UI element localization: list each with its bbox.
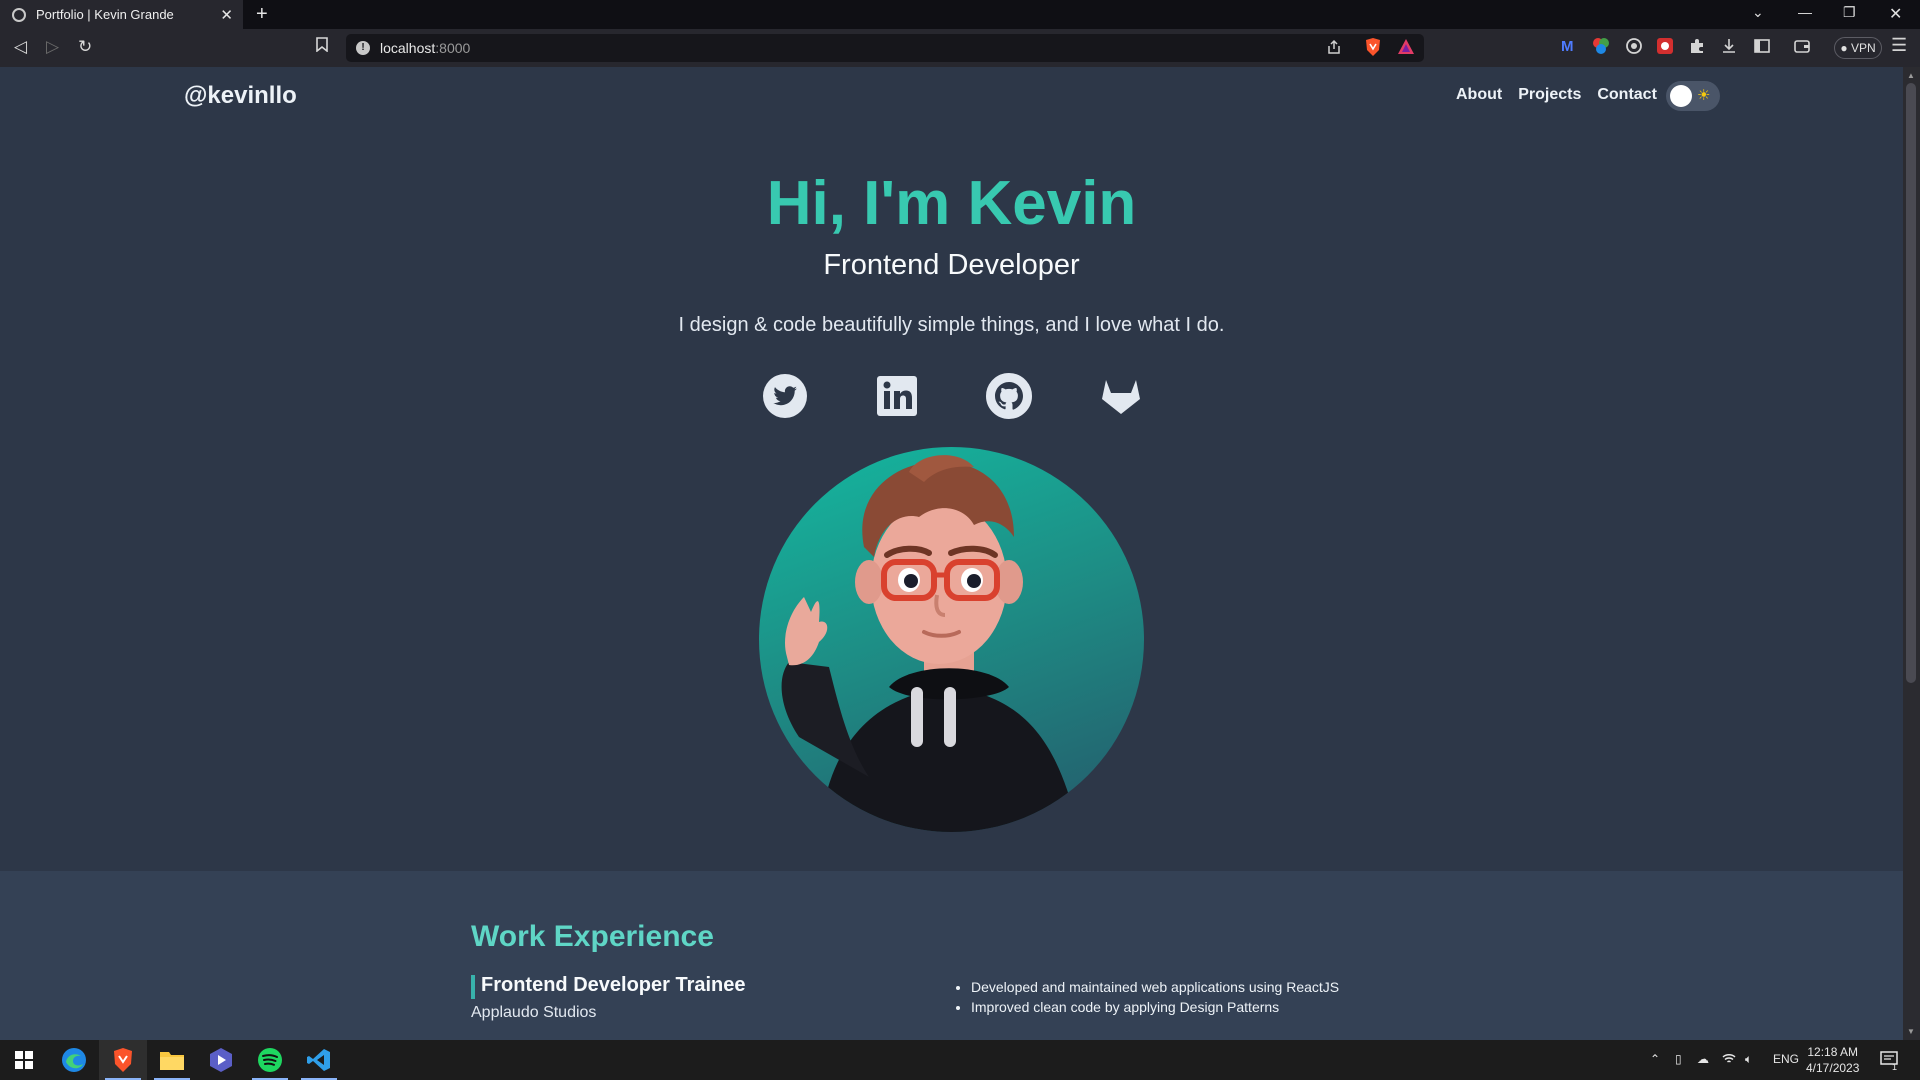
windows-start-icon[interactable] <box>0 1040 48 1080</box>
puzzle-icon[interactable] <box>1688 37 1706 59</box>
onedrive-icon[interactable]: ☁ <box>1697 1052 1709 1066</box>
job-bullets: Developed and maintained web application… <box>971 979 1339 1019</box>
restore-icon[interactable]: ❐ <box>1843 4 1856 21</box>
page: @kevinllo About Projects Contact ☀ Hi, I… <box>0 67 1903 1040</box>
extension-color-icon[interactable] <box>1592 37 1610 59</box>
taskbar: ⌃ ▯ ☁ 🔈︎ ENG 12:18 AM 4/17/2023 1 <box>0 1040 1920 1080</box>
download-icon[interactable] <box>1720 37 1738 59</box>
extension-red-icon[interactable] <box>1656 37 1674 59</box>
scroll-down-icon[interactable]: ▼ <box>1907 1027 1915 1036</box>
job-bullet: Developed and maintained web application… <box>971 979 1339 995</box>
share-icon[interactable] <box>1326 39 1342 59</box>
brave-rewards-icon[interactable] <box>1397 38 1415 59</box>
file-explorer-icon[interactable] <box>148 1040 196 1080</box>
show-hidden-icons-icon[interactable]: ⌃ <box>1650 1052 1660 1066</box>
sidebar-icon[interactable] <box>1753 37 1771 59</box>
volume-icon[interactable]: 🔈︎ <box>1745 1052 1752 1067</box>
site-logo[interactable]: @kevinllo <box>184 82 297 110</box>
hero-tagline: I design & code beautifully simple thing… <box>678 314 1225 336</box>
bookmark-icon[interactable] <box>316 37 328 56</box>
gitlab-icon[interactable] <box>1098 373 1144 419</box>
system-clock[interactable]: 12:18 AM 4/17/2023 <box>1806 1044 1859 1076</box>
hero-subtitle: Frontend Developer <box>823 249 1080 281</box>
vpn-button[interactable]: ● VPN <box>1834 37 1882 59</box>
social-links <box>760 373 1142 423</box>
main-nav: About Projects Contact <box>1456 86 1657 104</box>
reload-icon[interactable]: ↻ <box>78 37 92 57</box>
browser-toolbar: ◁ ▷ ↻ ! localhost:8000 M ● VPN ☰ <box>0 29 1920 67</box>
spotify-icon[interactable] <box>246 1040 294 1080</box>
theme-toggle[interactable]: ☀ <box>1666 81 1720 111</box>
language-indicator[interactable]: ENG <box>1773 1052 1799 1066</box>
nav-link-about[interactable]: About <box>1456 86 1502 104</box>
tab-title: Portfolio | Kevin Grande <box>36 7 174 22</box>
scrollbar-thumb[interactable] <box>1906 83 1916 683</box>
job-accent-bar <box>471 975 475 999</box>
toggle-knob <box>1670 85 1692 107</box>
work-experience-section: Work Experience Frontend Developer Train… <box>0 871 1903 1040</box>
hero-title: Hi, I'm Kevin <box>766 169 1137 238</box>
page-scrollbar[interactable]: ▲ ▼ <box>1903 67 1920 1040</box>
edge-icon[interactable] <box>50 1040 98 1080</box>
nav-link-projects[interactable]: Projects <box>1518 86 1581 104</box>
sun-icon: ☀ <box>1697 87 1711 104</box>
address-bar[interactable]: ! localhost:8000 <box>346 34 1424 62</box>
job-company: Applaudo Studios <box>471 1004 597 1021</box>
menu-icon[interactable]: ☰ <box>1891 35 1907 56</box>
avatar <box>759 447 1144 832</box>
wifi-icon[interactable] <box>1722 1052 1736 1067</box>
browser-tab[interactable]: Portfolio | Kevin Grande ✕ <box>0 0 243 29</box>
close-tab-icon[interactable]: ✕ <box>220 6 233 24</box>
vscode-icon[interactable] <box>295 1040 343 1080</box>
job-title: Frontend Developer Trainee <box>481 974 746 996</box>
github-icon[interactable] <box>986 373 1032 419</box>
new-tab-button[interactable]: + <box>256 3 268 26</box>
tab-strip: Portfolio | Kevin Grande ✕ + ⌄ — ❐ ✕ <box>0 0 1920 29</box>
extension-target-icon[interactable] <box>1625 37 1643 59</box>
twitter-icon[interactable] <box>762 373 808 419</box>
url-text: localhost:8000 <box>380 40 471 56</box>
linkedin-icon[interactable] <box>874 373 920 419</box>
scroll-up-icon[interactable]: ▲ <box>1907 71 1915 80</box>
notification-count: 1 <box>1892 1062 1898 1072</box>
nav-link-contact[interactable]: Contact <box>1597 86 1657 104</box>
job-bullet: Improved clean code by applying Design P… <box>971 999 1339 1015</box>
globe-icon <box>12 7 26 22</box>
minimize-icon[interactable]: — <box>1798 4 1812 20</box>
app-hexagon-icon[interactable] <box>197 1040 245 1080</box>
tab-search-icon[interactable]: ⌄ <box>1752 4 1764 21</box>
brave-taskbar-icon[interactable] <box>99 1040 147 1080</box>
extension-m-icon[interactable]: M <box>1561 38 1574 55</box>
device-icon[interactable]: ▯ <box>1675 1052 1682 1066</box>
clock-time: 12:18 AM <box>1807 1045 1859 1059</box>
clock-date: 4/17/2023 <box>1806 1061 1860 1075</box>
close-window-icon[interactable]: ✕ <box>1889 4 1902 24</box>
brave-shields-icon[interactable] <box>1364 37 1382 61</box>
back-icon[interactable]: ◁ <box>14 37 27 57</box>
forward-icon[interactable]: ▷ <box>46 37 59 57</box>
section-title: Work Experience <box>471 920 714 953</box>
wallet-icon[interactable] <box>1793 37 1811 59</box>
site-info-icon[interactable]: ! <box>356 41 370 55</box>
